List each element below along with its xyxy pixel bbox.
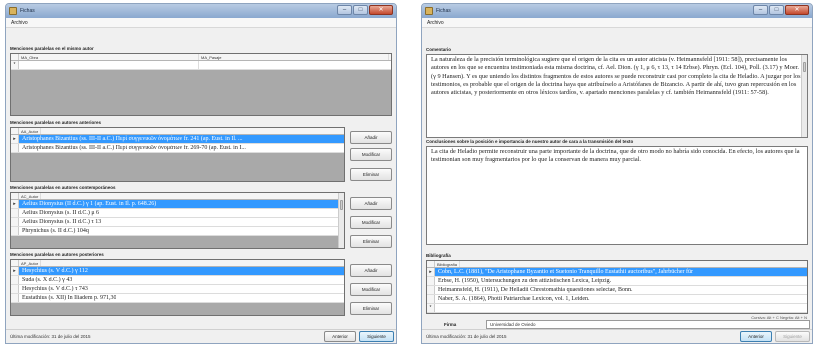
- col-ac-autor[interactable]: AC_Autor: [19, 193, 42, 199]
- table-row[interactable]: ▸ Aristophanes Bizantius (ss. III-II a.C…: [11, 135, 344, 144]
- last-modified-text: Última modificación: 31 de julio del 201…: [10, 334, 91, 339]
- firma-label: Firma: [444, 322, 457, 327]
- prev-button[interactable]: Anterior: [740, 331, 772, 342]
- institucion-field[interactable]: Universidad de Oviedo: [486, 320, 810, 329]
- new-row[interactable]: *: [11, 61, 391, 70]
- window-title: Fichas: [20, 8, 35, 14]
- prev-button[interactable]: Anterior: [324, 331, 356, 342]
- grid-contemporaneos[interactable]: AC_Autor ▸ Aelius Dionysius (II d.C.) γ …: [10, 192, 345, 249]
- menu-archivo[interactable]: Archivo: [11, 20, 28, 26]
- col-ap-autor[interactable]: AP_Autor: [19, 260, 42, 266]
- scrollbar-thumb[interactable]: [340, 200, 343, 210]
- title-bar[interactable]: Fichas – □ ✕: [6, 4, 396, 18]
- section-title-contemporaneos: Menciones paralelas en autores contempor…: [10, 185, 116, 190]
- table-row[interactable]: Suda (s. X d.C.) γ 43: [11, 276, 344, 285]
- delete-button-anteriores[interactable]: Eliminar: [350, 168, 392, 181]
- grid-posteriores[interactable]: AP_Autor ▸ Hesychius (s. V d.C.) γ 112 S…: [10, 259, 345, 316]
- table-row[interactable]: Eustathius (s. XII) In Iliadem p. 971,30: [11, 294, 344, 303]
- scrollbar-thumb[interactable]: [803, 62, 806, 72]
- col-bibliografia[interactable]: Bibliografía: [435, 261, 461, 267]
- table-row[interactable]: Aelius Dionysius (s. II d.C.) τ 13: [11, 218, 344, 227]
- table-row[interactable]: Aristophanes Bizantius (ss. III-II a.C.)…: [11, 144, 344, 153]
- table-row[interactable]: ▸ Aelius Dionysius (II d.C.) γ 1 (ap. Eu…: [11, 200, 344, 209]
- section-title-comentario: Comentario: [426, 47, 452, 52]
- table-row[interactable]: Hesychius (s. V d.C.) τ 743: [11, 285, 344, 294]
- delete-button-posteriores[interactable]: Eliminar: [350, 302, 392, 315]
- grid-anteriores[interactable]: AA_Autor ▸ Aristophanes Bizantius (ss. I…: [10, 127, 345, 182]
- table-row[interactable]: Aelius Dionysius (s. II d.C.) μ 6: [11, 209, 344, 218]
- title-bar[interactable]: Fichas – □ ✕: [422, 4, 812, 18]
- grid-bibliografia[interactable]: Bibliografía ▸ Cobn, L.C. (1881), "De Ar…: [426, 260, 808, 314]
- new-row[interactable]: *: [427, 304, 807, 313]
- close-icon[interactable]: ✕: [369, 5, 393, 15]
- section-title-anteriores: Menciones paralelas en autores anteriore…: [10, 120, 102, 125]
- status-bar: Última modificación: 31 de julio del 201…: [6, 329, 396, 343]
- table-row[interactable]: Erbse, H. (1950), Untersuchungen zu den …: [427, 277, 807, 286]
- table-row[interactable]: ▸ Hesychius (s. V d.C.) γ 112: [11, 267, 344, 276]
- section-title-bibliografia: Bibliografía: [426, 253, 451, 258]
- modify-button-anteriores[interactable]: Modificar: [350, 148, 392, 161]
- new-row-marker: *: [11, 61, 19, 69]
- grid-header: MA_Obra MA_Pasaje: [11, 54, 391, 61]
- delete-button-contemporaneos[interactable]: Eliminar: [350, 235, 392, 248]
- section-title-conclusiones: Conclusiones sobre la posición e importa…: [426, 139, 634, 144]
- next-button[interactable]: Siguiente: [359, 331, 394, 342]
- next-button[interactable]: Siguiente: [775, 331, 810, 342]
- grid-mismo-autor[interactable]: MA_Obra MA_Pasaje *: [10, 53, 392, 116]
- add-button-anteriores[interactable]: Añadir: [350, 131, 392, 144]
- minimize-icon[interactable]: –: [337, 5, 352, 15]
- menu-bar: Archivo: [6, 18, 396, 28]
- add-button-contemporaneos[interactable]: Añadir: [350, 197, 392, 210]
- table-row[interactable]: Heimannsfeld, H. (1911), De Helladii Chr…: [427, 286, 807, 295]
- add-button-posteriores[interactable]: Añadir: [350, 264, 392, 277]
- col-ma-obra[interactable]: MA_Obra: [19, 54, 199, 60]
- scrollbar[interactable]: [338, 193, 344, 248]
- section-title-mismo-autor: Menciones paralelas en el mismo autor: [10, 46, 94, 51]
- modify-button-contemporaneos[interactable]: Modificar: [350, 216, 392, 229]
- minimize-icon[interactable]: –: [753, 5, 768, 15]
- scrollbar[interactable]: [801, 55, 807, 137]
- close-icon[interactable]: ✕: [785, 5, 809, 15]
- modify-button-posteriores[interactable]: Modificar: [350, 283, 392, 296]
- last-modified-text: Última modificación: 31 de julio del 201…: [426, 334, 507, 339]
- col-ma-pasaje[interactable]: MA_Pasaje: [199, 54, 389, 60]
- table-row[interactable]: Naber, S. A. (1864), Photii Patriarchae …: [427, 295, 807, 304]
- conclusiones-textbox[interactable]: La cita de Heladio permite reconstruir u…: [426, 146, 808, 245]
- col-aa-autor[interactable]: AA_Autor: [19, 128, 42, 134]
- menu-archivo[interactable]: Archivo: [427, 20, 444, 26]
- comentario-textbox[interactable]: La naturaleza de la precisión terminológ…: [426, 54, 808, 138]
- fichas-window-2: Fichas – □ ✕ Archivo Comentario La natur…: [421, 3, 813, 344]
- menu-bar: Archivo: [422, 18, 812, 28]
- app-icon: [9, 7, 17, 15]
- status-bar: Última modificación: 31 de julio del 201…: [422, 320, 812, 343]
- section-title-posteriores: Menciones paralelas en autores posterior…: [10, 252, 104, 257]
- fichas-window-1: Fichas – □ ✕ Archivo Menciones paralelas…: [5, 3, 397, 344]
- maximize-icon[interactable]: □: [353, 5, 368, 15]
- table-row[interactable]: ▸ Cobn, L.C. (1881), "De Aristophane Byz…: [427, 268, 807, 277]
- window-title: Fichas: [436, 8, 451, 14]
- table-row[interactable]: Phrynichus (s. II d.C.) 104q: [11, 227, 344, 236]
- maximize-icon[interactable]: □: [769, 5, 784, 15]
- app-icon: [425, 7, 433, 15]
